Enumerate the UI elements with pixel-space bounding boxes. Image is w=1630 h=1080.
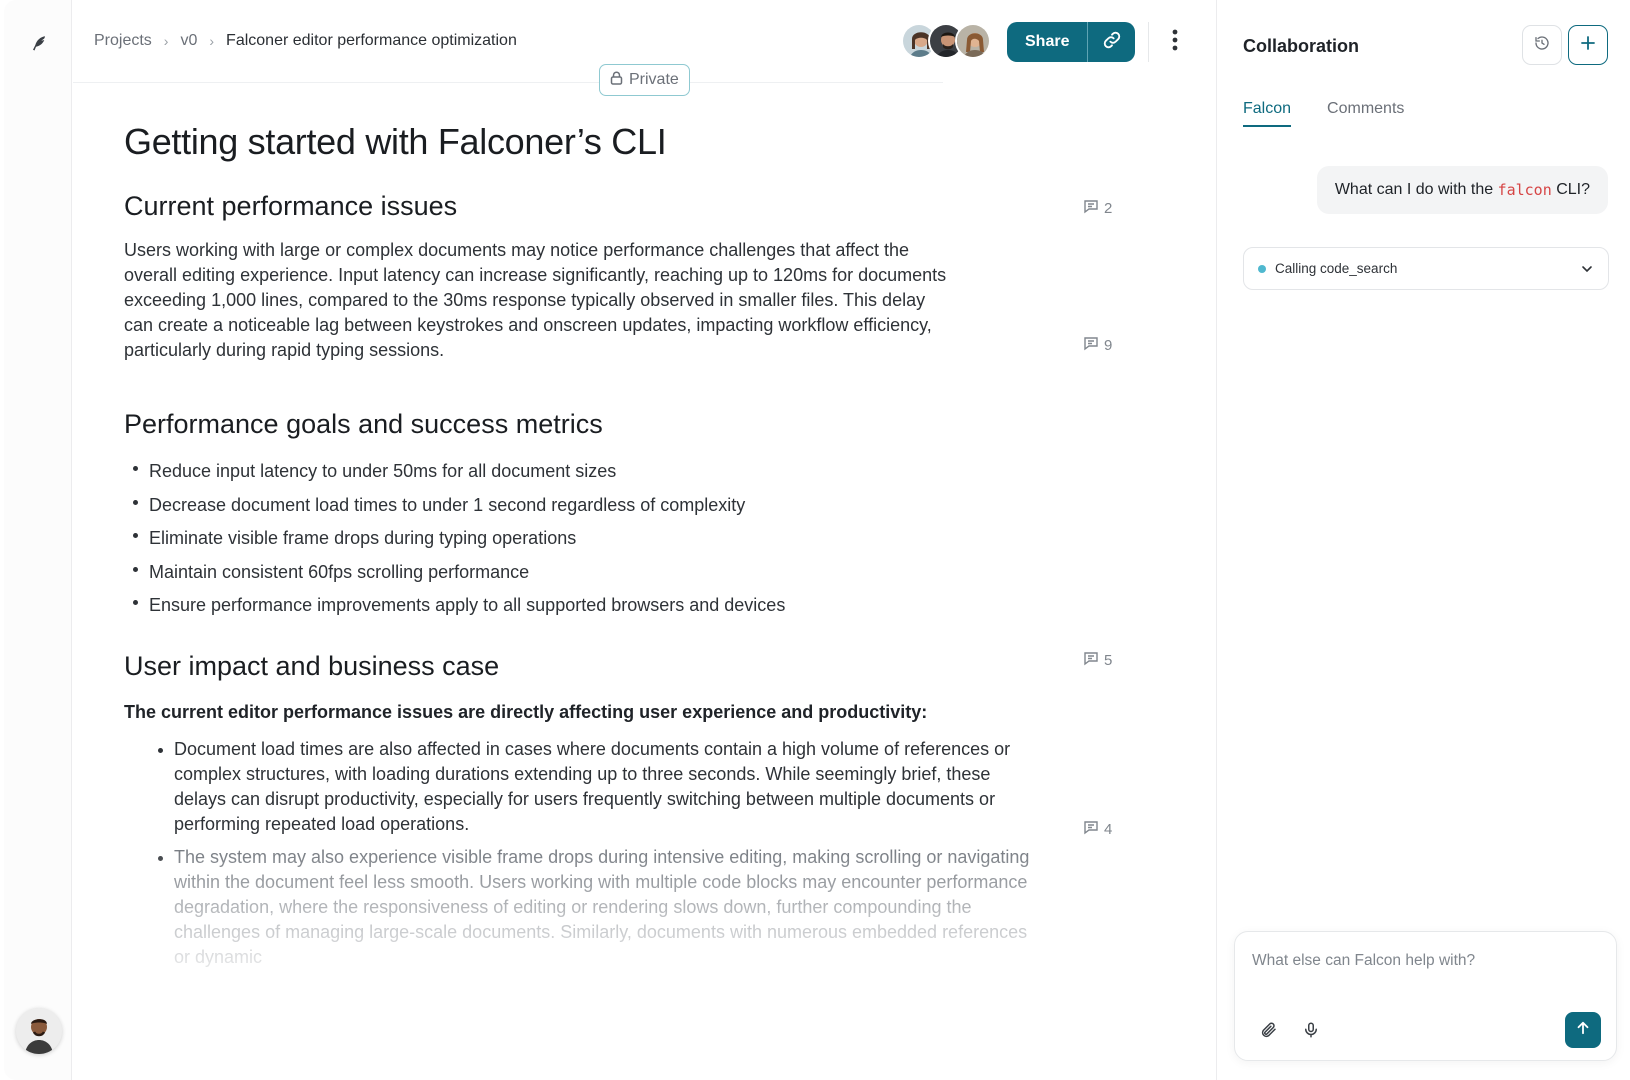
chevron-right-icon: › xyxy=(209,33,215,49)
arrow-up-icon xyxy=(1574,1019,1592,1042)
comment-count-button[interactable]: 9 xyxy=(1083,335,1112,355)
chevron-right-icon: › xyxy=(163,33,169,49)
microphone-icon xyxy=(1302,1021,1320,1044)
message-text: What can I do with the xyxy=(1334,181,1498,198)
chevron-down-icon[interactable] xyxy=(1580,262,1594,276)
section-lead[interactable]: The current editor performance issues ar… xyxy=(124,700,1124,725)
document-body[interactable]: Getting started with Falconer’s CLI Curr… xyxy=(124,120,1124,970)
comment-icon xyxy=(1083,819,1099,839)
status-dot-icon xyxy=(1258,264,1266,273)
editor-area: Projects › v0 › Falconer editor performa… xyxy=(73,0,1216,1080)
tool-call-status[interactable]: Calling code_search xyxy=(1243,247,1609,290)
share-button-group: Share xyxy=(1007,22,1136,62)
message-text: CLI? xyxy=(1551,181,1590,198)
list-item[interactable]: Document load times are also affected in… xyxy=(149,737,1044,837)
comment-count-button[interactable]: 4 xyxy=(1083,819,1112,839)
breadcrumb-projects[interactable]: Projects xyxy=(94,32,152,50)
breadcrumb-current: Falconer editor performance optimization xyxy=(226,32,517,49)
feather-icon[interactable] xyxy=(26,30,52,56)
list-item[interactable]: Maintain consistent 60fps scrolling perf… xyxy=(124,556,1124,590)
comment-icon xyxy=(1083,335,1099,355)
history-button[interactable] xyxy=(1522,25,1562,65)
comment-count: 5 xyxy=(1104,651,1113,669)
list-item[interactable]: Ensure performance improvements apply to… xyxy=(124,589,1124,623)
list-item[interactable]: Decrease document load times to under 1 … xyxy=(124,489,1124,523)
more-options-button[interactable] xyxy=(1165,28,1185,56)
divider xyxy=(1148,22,1149,62)
section-heading[interactable]: User impact and business case xyxy=(124,649,1124,683)
document-title[interactable]: Getting started with Falconer’s CLI xyxy=(124,120,1124,164)
visibility-badge[interactable]: Private xyxy=(599,64,690,96)
comment-count: 9 xyxy=(1104,336,1113,354)
section-heading[interactable]: Performance goals and success metrics xyxy=(124,407,1124,441)
collaborator-avatar[interactable] xyxy=(955,23,991,59)
comment-count: 2 xyxy=(1104,199,1113,217)
top-bar: Projects › v0 › Falconer editor performa… xyxy=(73,0,1216,96)
bullet-list: Reduce input latency to under 50ms for a… xyxy=(124,455,1124,623)
comment-icon xyxy=(1083,198,1099,218)
left-rail xyxy=(4,0,72,1080)
comment-count-button[interactable]: 5 xyxy=(1083,650,1112,670)
list-item[interactable]: Reduce input latency to under 50ms for a… xyxy=(124,455,1124,489)
comment-count: 4 xyxy=(1104,820,1113,838)
breadcrumb: Projects › v0 › Falconer editor performa… xyxy=(94,32,517,50)
breadcrumb-version[interactable]: v0 xyxy=(180,32,197,50)
collaboration-panel: Collaboration Falcon Comments What can I… xyxy=(1216,0,1630,1080)
list-item[interactable]: Eliminate visible frame drops during typ… xyxy=(124,522,1124,556)
share-button[interactable]: Share xyxy=(1007,22,1089,62)
user-avatar[interactable] xyxy=(16,1008,62,1054)
panel-title: Collaboration xyxy=(1243,36,1359,56)
history-icon xyxy=(1534,35,1550,56)
tab-comments[interactable]: Comments xyxy=(1327,100,1404,127)
voice-input-button[interactable] xyxy=(1299,1020,1323,1044)
attach-button[interactable] xyxy=(1257,1020,1281,1044)
bullet-list: Document load times are also affected in… xyxy=(124,737,1044,970)
comment-count-button[interactable]: 2 xyxy=(1083,198,1112,218)
list-item[interactable]: The system may also experience visible f… xyxy=(149,845,1044,970)
chat-composer xyxy=(1234,931,1617,1061)
top-divider xyxy=(73,82,943,83)
new-chat-button[interactable] xyxy=(1568,25,1608,65)
plus-icon xyxy=(1580,35,1596,56)
user-message-bubble: What can I do with the falcon CLI? xyxy=(1316,166,1608,214)
panel-tabs: Falcon Comments xyxy=(1243,100,1404,127)
comment-icon xyxy=(1083,650,1099,670)
lock-icon xyxy=(610,71,623,90)
collaborator-avatars[interactable] xyxy=(901,23,991,59)
kebab-menu-icon xyxy=(1172,29,1178,56)
paperclip-icon xyxy=(1260,1021,1278,1044)
chat-input[interactable] xyxy=(1252,952,1592,970)
copy-link-button[interactable] xyxy=(1088,22,1135,62)
link-icon xyxy=(1102,30,1122,55)
inline-code: falcon xyxy=(1497,181,1552,199)
send-button[interactable] xyxy=(1565,1012,1601,1048)
tool-call-label: Calling code_search xyxy=(1275,261,1398,276)
visibility-label: Private xyxy=(629,71,679,88)
section-paragraph[interactable]: Users working with large or complex docu… xyxy=(124,238,954,363)
section-heading[interactable]: Current performance issues xyxy=(124,189,1124,223)
tab-falcon[interactable]: Falcon xyxy=(1243,100,1292,127)
